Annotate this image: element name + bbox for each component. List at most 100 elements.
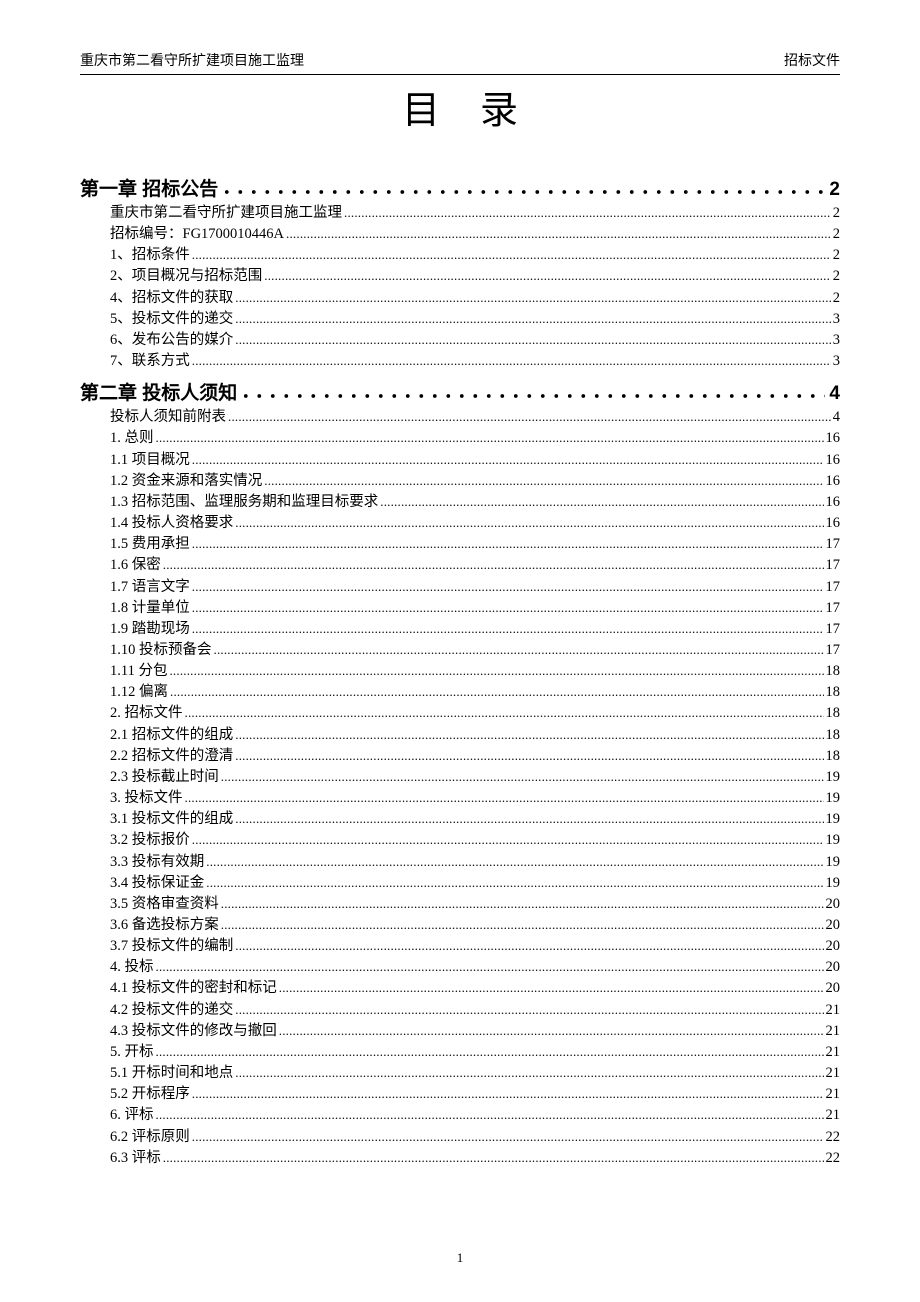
toc-item-label: 1.8 计量单位 bbox=[110, 598, 190, 619]
toc-item-page: 22 bbox=[826, 1148, 841, 1169]
toc-item: 1.12 偏离.................................… bbox=[110, 682, 840, 703]
toc-item-page: 3 bbox=[833, 351, 840, 372]
toc-chapter-label: 第二章 投标人须知 bbox=[80, 378, 237, 405]
toc-item: 4. 投标...................................… bbox=[110, 957, 840, 978]
toc-item-page: 16 bbox=[826, 492, 841, 513]
toc-item-label: 1.11 分包 bbox=[110, 661, 167, 682]
toc-item-page: 17 bbox=[826, 534, 841, 555]
toc-item: 5. 开标...................................… bbox=[110, 1042, 840, 1063]
toc-item-label: 1.6 保密 bbox=[110, 555, 161, 576]
toc-leader-dots: ........................................… bbox=[235, 937, 823, 956]
toc-leader-dots: ........................................… bbox=[156, 958, 824, 977]
toc-leader-dots: ．．．．．．．．．．．．．．．．．．．．．．．．．．．．．．．．．．．．．．．．… bbox=[241, 376, 825, 403]
toc-item-page: 2 bbox=[833, 203, 840, 224]
toc-item-page: 19 bbox=[826, 852, 841, 873]
toc-item: 5.2 开标程序................................… bbox=[110, 1084, 840, 1105]
toc-item-page: 19 bbox=[826, 809, 841, 830]
toc-leader-dots: ........................................… bbox=[169, 662, 823, 681]
toc-item-label: 1.7 语言文字 bbox=[110, 577, 190, 598]
toc-leader-dots: ........................................… bbox=[206, 874, 823, 893]
toc-item-page: 21 bbox=[826, 1105, 841, 1126]
toc-item: 1.11 分包.................................… bbox=[110, 661, 840, 682]
toc-item-page: 17 bbox=[826, 598, 841, 619]
toc-item-label: 3.7 投标文件的编制 bbox=[110, 936, 233, 957]
toc-item-label: 4. 投标 bbox=[110, 957, 154, 978]
toc-item-label: 3.4 投标保证金 bbox=[110, 873, 204, 894]
toc-leader-dots: ........................................… bbox=[192, 1085, 824, 1104]
toc-item-page: 17 bbox=[826, 619, 841, 640]
table-of-contents: 第一章 招标公告．．．．．．．．．．．．．．．．．．．．．．．．．．．．．．．．… bbox=[80, 174, 840, 1169]
toc-item: 3.2 投标报价................................… bbox=[110, 830, 840, 851]
toc-item: 投标人须知前附表................................… bbox=[110, 407, 840, 428]
toc-item-page: 19 bbox=[826, 788, 841, 809]
toc-item: 2、项目概况与招标范围.............................… bbox=[110, 266, 840, 287]
toc-item: 3.4 投标保证金...............................… bbox=[110, 873, 840, 894]
toc-leader-dots: ........................................… bbox=[163, 1149, 824, 1168]
toc-leader-dots: ........................................… bbox=[235, 1001, 823, 1020]
toc-item-label: 4.1 投标文件的密封和标记 bbox=[110, 978, 277, 999]
toc-leader-dots: ........................................… bbox=[185, 789, 824, 808]
toc-item: 6. 评标...................................… bbox=[110, 1105, 840, 1126]
toc-item-label: 3.6 备选投标方案 bbox=[110, 915, 219, 936]
toc-item: 4.3 投标文件的修改与撤回..........................… bbox=[110, 1021, 840, 1042]
toc-item-page: 16 bbox=[826, 513, 841, 534]
toc-item-page: 21 bbox=[826, 1063, 841, 1084]
toc-leader-dots: ........................................… bbox=[264, 267, 831, 286]
toc-item-label: 3.3 投标有效期 bbox=[110, 852, 204, 873]
toc-item-label: 4.2 投标文件的递交 bbox=[110, 1000, 233, 1021]
toc-leader-dots: ........................................… bbox=[235, 289, 831, 308]
toc-item: 招标编号：FG1700010446A......................… bbox=[110, 224, 840, 245]
toc-item: 重庆市第二看守所扩建项目施工监理........................… bbox=[110, 203, 840, 224]
toc-item-label: 2. 招标文件 bbox=[110, 703, 183, 724]
toc-leader-dots: ........................................… bbox=[279, 1022, 824, 1041]
toc-leader-dots: ........................................… bbox=[235, 514, 823, 533]
toc-leader-dots: ........................................… bbox=[156, 1043, 824, 1062]
toc-leader-dots: ........................................… bbox=[235, 1064, 823, 1083]
page-header: 重庆市第二看守所扩建项目施工监理 招标文件 bbox=[80, 50, 840, 75]
toc-item-label: 1.1 项目概况 bbox=[110, 450, 190, 471]
toc-leader-dots: ........................................… bbox=[163, 556, 824, 575]
toc-item: 4、招标文件的获取...............................… bbox=[110, 288, 840, 309]
toc-item-page: 21 bbox=[826, 1021, 841, 1042]
page-number: 1 bbox=[0, 1250, 920, 1266]
toc-item-page: 20 bbox=[826, 957, 841, 978]
toc-item-label: 3. 投标文件 bbox=[110, 788, 183, 809]
toc-leader-dots: ........................................… bbox=[235, 810, 823, 829]
toc-item: 4.2 投标文件的递交.............................… bbox=[110, 1000, 840, 1021]
toc-chapter: 第一章 招标公告．．．．．．．．．．．．．．．．．．．．．．．．．．．．．．．．… bbox=[80, 174, 840, 201]
toc-item: 2.1 招标文件的组成.............................… bbox=[110, 725, 840, 746]
toc-item: 3.7 投标文件的编制.............................… bbox=[110, 936, 840, 957]
toc-leader-dots: ........................................… bbox=[192, 620, 824, 639]
toc-leader-dots: ........................................… bbox=[185, 704, 824, 723]
toc-item: 1.9 踏勘现场................................… bbox=[110, 619, 840, 640]
toc-leader-dots: ........................................… bbox=[192, 352, 831, 371]
toc-item: 1.7 语言文字................................… bbox=[110, 577, 840, 598]
toc-item-label: 4.3 投标文件的修改与撤回 bbox=[110, 1021, 277, 1042]
toc-item-page: 17 bbox=[826, 555, 841, 576]
toc-leader-dots: ........................................… bbox=[221, 768, 824, 787]
toc-item-page: 18 bbox=[826, 746, 841, 767]
toc-item-page: 18 bbox=[826, 703, 841, 724]
toc-item-label: 5. 开标 bbox=[110, 1042, 154, 1063]
toc-leader-dots: ........................................… bbox=[214, 641, 824, 660]
toc-leader-dots: ........................................… bbox=[192, 599, 824, 618]
toc-item-label: 1.10 投标预备会 bbox=[110, 640, 212, 661]
toc-item: 6.2 评标原则................................… bbox=[110, 1127, 840, 1148]
toc-item-label: 2.3 投标截止时间 bbox=[110, 767, 219, 788]
toc-item-page: 20 bbox=[826, 978, 841, 999]
toc-item-label: 2.2 招标文件的澄清 bbox=[110, 746, 233, 767]
toc-item: 2.2 招标文件的澄清.............................… bbox=[110, 746, 840, 767]
toc-item-page: 2 bbox=[833, 266, 840, 287]
header-left: 重庆市第二看守所扩建项目施工监理 bbox=[80, 50, 304, 70]
toc-leader-dots: ........................................… bbox=[156, 429, 824, 448]
toc-item-label: 7、联系方式 bbox=[110, 351, 190, 372]
toc-item-label: 3.2 投标报价 bbox=[110, 830, 190, 851]
toc-item-page: 2 bbox=[833, 288, 840, 309]
toc-item-page: 2 bbox=[833, 224, 840, 245]
toc-item: 1.6 保密..................................… bbox=[110, 555, 840, 576]
toc-leader-dots: ........................................… bbox=[286, 225, 831, 244]
toc-item-page: 19 bbox=[826, 873, 841, 894]
toc-item-page: 17 bbox=[826, 577, 841, 598]
toc-leader-dots: ........................................… bbox=[192, 831, 824, 850]
toc-item-page: 2 bbox=[833, 245, 840, 266]
